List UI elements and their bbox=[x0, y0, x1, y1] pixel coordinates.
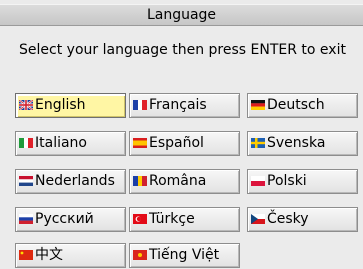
language-label: Svenska bbox=[267, 135, 326, 151]
language-button-francais[interactable]: Français bbox=[129, 93, 240, 118]
language-label: Türkçe bbox=[149, 211, 195, 227]
czech-flag-icon bbox=[251, 214, 265, 224]
turkey-flag-icon bbox=[133, 214, 147, 224]
russia-flag-icon bbox=[19, 214, 33, 224]
language-label: Polski bbox=[267, 173, 307, 189]
vietnam-flag-icon bbox=[133, 250, 147, 260]
poland-flag-icon bbox=[251, 176, 265, 186]
italy-flag-icon bbox=[19, 138, 33, 148]
france-flag-icon bbox=[133, 100, 147, 110]
uk-flag-icon bbox=[19, 100, 33, 110]
spain-flag-icon bbox=[133, 138, 147, 148]
language-label: Nederlands bbox=[35, 173, 115, 189]
netherlands-flag-icon bbox=[19, 176, 33, 186]
language-label: Русский bbox=[35, 211, 94, 227]
language-button-italiano[interactable]: Italiano bbox=[15, 131, 126, 156]
language-label: Français bbox=[149, 97, 207, 113]
language-label: Español bbox=[149, 135, 204, 151]
language-label: Tiếng Việt bbox=[149, 247, 220, 263]
language-label: Româna bbox=[149, 173, 207, 189]
language-label: Deutsch bbox=[267, 97, 325, 113]
language-button-deutsch[interactable]: Deutsch bbox=[247, 93, 358, 118]
language-button-romana[interactable]: Româna bbox=[129, 169, 240, 194]
language-button-chinese[interactable]: 中文 bbox=[15, 243, 126, 268]
language-button-cesky[interactable]: Česky bbox=[247, 207, 358, 232]
sweden-flag-icon bbox=[251, 138, 265, 148]
dialog-title: Language bbox=[0, 4, 363, 26]
language-button-tieng-viet[interactable]: Tiếng Việt bbox=[129, 243, 240, 268]
language-label: 中文 bbox=[35, 247, 63, 263]
germany-flag-icon bbox=[251, 100, 265, 110]
language-button-russkiy[interactable]: Русский bbox=[15, 207, 126, 232]
romania-flag-icon bbox=[133, 176, 147, 186]
instruction-text: Select your language then press ENTER to… bbox=[19, 42, 346, 58]
language-button-svenska[interactable]: Svenska bbox=[247, 131, 358, 156]
language-button-english[interactable]: English bbox=[15, 93, 126, 118]
language-button-nederlands[interactable]: Nederlands bbox=[15, 169, 126, 194]
language-label: Italiano bbox=[35, 135, 87, 151]
language-label: English bbox=[35, 97, 86, 113]
language-dialog: Language Select your language then press… bbox=[0, 0, 363, 269]
language-button-espanol[interactable]: Español bbox=[129, 131, 240, 156]
language-label: Česky bbox=[267, 211, 309, 227]
china-flag-icon bbox=[19, 250, 33, 260]
language-button-turkce[interactable]: Türkçe bbox=[129, 207, 240, 232]
language-button-polski[interactable]: Polski bbox=[247, 169, 358, 194]
